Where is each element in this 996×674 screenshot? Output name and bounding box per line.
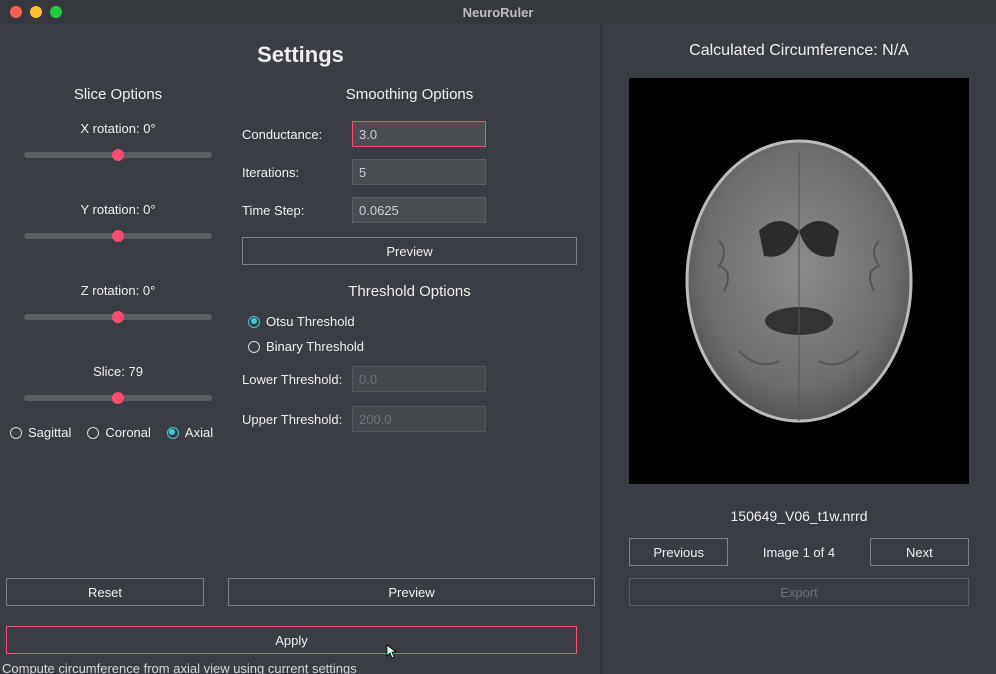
conductance-input[interactable] [352, 121, 486, 147]
radio-otsu[interactable]: Otsu Threshold [248, 314, 577, 329]
radio-coronal[interactable]: Coronal [87, 425, 151, 440]
radio-label: Binary Threshold [266, 339, 364, 354]
radio-label: Coronal [105, 425, 151, 440]
radio-icon [87, 427, 99, 439]
y-rotation-label: Y rotation: 0° [6, 202, 230, 217]
button-label: Next [906, 545, 933, 560]
x-rotation-label: X rotation: 0° [6, 121, 230, 136]
button-label: Reset [88, 585, 122, 600]
lower-threshold-input: 0.0 [352, 366, 486, 392]
button-label: Export [780, 585, 818, 600]
z-rotation-slider[interactable] [24, 314, 212, 320]
button-label: Previous [653, 545, 704, 560]
iterations-input[interactable] [352, 159, 486, 185]
iterations-label: Iterations: [242, 165, 352, 180]
slice-label: Slice: 79 [6, 364, 230, 379]
upper-threshold-input: 200.0 [352, 406, 486, 432]
radio-label: Otsu Threshold [266, 314, 355, 329]
result-panel: Calculated Circumference: N/A [602, 24, 996, 674]
threshold-options-title: Threshold Options [242, 283, 577, 300]
settings-heading: Settings [6, 42, 595, 68]
y-rotation-slider[interactable] [24, 233, 212, 239]
radio-sagittal[interactable]: Sagittal [10, 425, 71, 440]
apply-button[interactable]: Apply [6, 626, 577, 654]
radio-icon [248, 316, 260, 328]
image-counter: Image 1 of 4 [750, 545, 847, 560]
radio-binary[interactable]: Binary Threshold [248, 339, 577, 354]
upper-threshold-label: Upper Threshold: [242, 412, 352, 427]
smoothing-options-title: Smoothing Options [242, 86, 577, 103]
previous-button[interactable]: Previous [629, 538, 728, 566]
radio-icon [167, 427, 179, 439]
reset-button[interactable]: Reset [6, 578, 204, 606]
current-filename: 150649_V06_t1w.nrrd [731, 508, 868, 524]
export-button[interactable]: Export [629, 578, 969, 606]
next-button[interactable]: Next [870, 538, 969, 566]
conductance-label: Conductance: [242, 127, 352, 142]
radio-label: Axial [185, 425, 213, 440]
slice-slider[interactable] [24, 395, 212, 401]
radio-axial[interactable]: Axial [167, 425, 213, 440]
radio-icon [10, 427, 22, 439]
x-rotation-slider[interactable] [24, 152, 212, 158]
timestep-input[interactable] [352, 197, 486, 223]
smoothing-preview-button[interactable]: Preview [242, 237, 577, 265]
circumference-readout: Calculated Circumference: N/A [689, 42, 909, 60]
brain-image [629, 78, 969, 484]
settings-panel: Settings Slice Options X rotation: 0° Y … [0, 24, 602, 674]
radio-icon [248, 341, 260, 353]
app-title: NeuroRuler [0, 5, 996, 20]
lower-threshold-label: Lower Threshold: [242, 372, 352, 387]
button-label: Preview [388, 585, 434, 600]
slice-options-title: Slice Options [6, 86, 230, 103]
titlebar: NeuroRuler [0, 0, 996, 24]
button-label: Preview [386, 244, 432, 259]
z-rotation-label: Z rotation: 0° [6, 283, 230, 298]
timestep-label: Time Step: [242, 203, 352, 218]
preview-button[interactable]: Preview [228, 578, 595, 606]
radio-label: Sagittal [28, 425, 71, 440]
status-text: Compute circumference from axial view us… [2, 661, 357, 674]
button-label: Apply [275, 633, 308, 648]
